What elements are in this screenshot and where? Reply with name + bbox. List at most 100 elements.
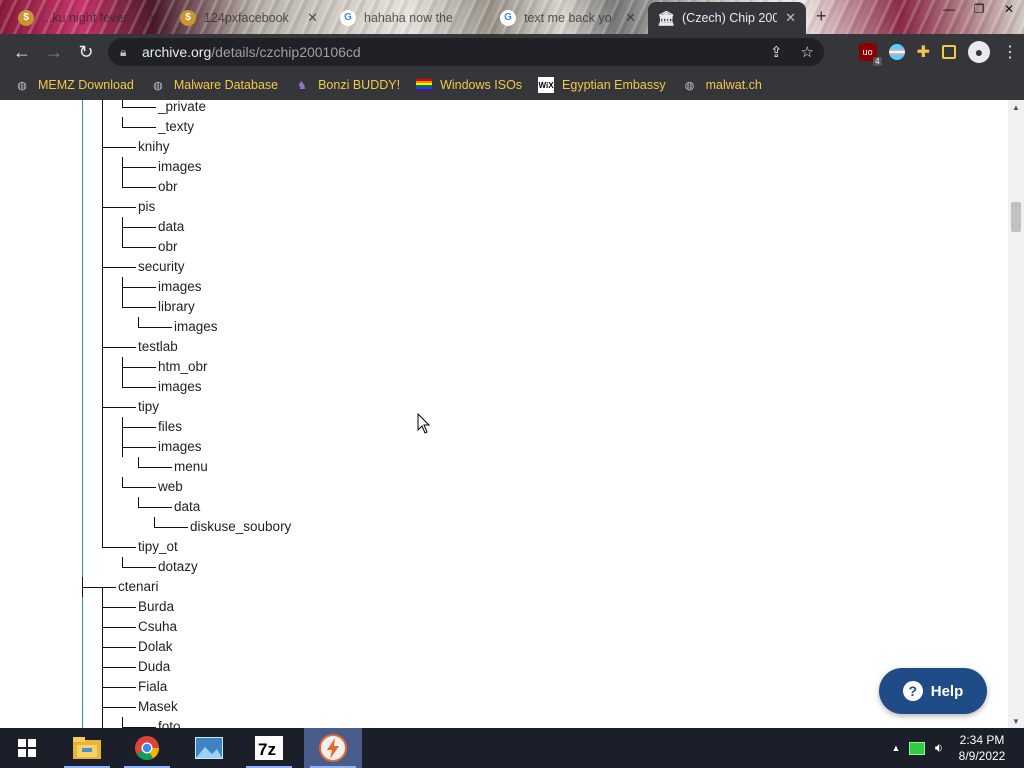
tree-folder-label[interactable]: Burda [138,599,174,614]
minimize-icon[interactable]: — [934,0,964,18]
tab-1[interactable]: $ ...ku night fever ✕ [8,3,168,32]
tree-folder-label[interactable]: images [158,439,202,454]
back-icon[interactable]: ← [6,34,38,70]
close-icon[interactable]: ✕ [307,10,318,26]
tree-guide-line [82,100,83,728]
bookmark-star-icon[interactable]: ☆ [801,43,814,61]
profile-avatar-icon[interactable]: ● [968,41,990,63]
battery-network-icon[interactable] [906,741,928,755]
tree-folder-label[interactable]: ctenari [118,579,159,594]
clock-time: 2:34 PM [959,733,1005,747]
pride-extension-icon[interactable] [888,44,905,60]
app-lightning-icon[interactable] [304,728,362,768]
tree-folder-label[interactable]: foto [158,719,181,728]
tree-folder-label[interactable]: Fiala [138,679,167,694]
puzzle-icon[interactable]: ✚ [917,42,930,62]
mouse-cursor-icon [417,413,431,434]
tree-branch-line [138,467,172,468]
help-button[interactable]: ? Help [879,668,987,714]
close-icon[interactable]: ✕ [785,10,796,26]
windows-taskbar: 7z ▲ 🔉︎ 2:34 PM 8/9/2022 [0,728,1024,768]
photos-icon[interactable] [180,728,238,768]
tree-folder-label[interactable]: images [174,319,218,334]
tray-overflow-chevron-icon[interactable]: ▲ [886,743,906,753]
tab-3[interactable]: G hahaha now the [330,3,490,32]
tree-folder-label[interactable]: data [158,219,184,234]
globe-icon: ◍ [684,79,695,92]
tree-folder-label[interactable]: images [158,279,202,294]
tree-branch-line [102,707,136,708]
scroll-down-icon[interactable]: ▼ [1008,714,1024,728]
tree-stem-line [122,437,123,457]
tree-folder-label[interactable]: testlab [138,339,178,354]
vertical-scrollbar[interactable]: ▲ ▼ [1008,100,1024,728]
tree-stem-line [102,537,103,547]
menu-icon[interactable]: ⋮ [1002,42,1018,62]
tree-branch-line [102,667,136,668]
tree-folder-label[interactable]: Duda [138,659,170,674]
tree-folder-label[interactable]: _private [158,100,206,114]
tree-folder-label[interactable]: library [158,299,195,314]
tab-5-active[interactable]: 🏛 (Czech) Chip 200 ✕ [648,2,806,34]
tree-folder-label[interactable]: menu [174,459,208,474]
new-tab-button[interactable]: + [816,6,827,27]
address-bar[interactable]: 🔒︎ archive.org/details/czchip200106cd ⇪ … [108,38,824,66]
bookmark-label: MEMZ Download [38,78,134,92]
tree-folder-label[interactable]: htm_obr [158,359,208,374]
bookmark-egyptian-embassy[interactable]: WiX Egyptian Embassy [530,70,674,100]
tab-4[interactable]: G text me back yo ✕ [490,3,646,32]
tree-folder-label[interactable]: Csuha [138,619,177,634]
tree-folder-label[interactable]: data [174,499,200,514]
file-explorer-icon[interactable] [58,728,116,768]
ublock-icon[interactable]: uo 4 [858,43,882,66]
scroll-up-icon[interactable]: ▲ [1008,100,1024,114]
7zip-icon[interactable]: 7z [240,728,298,768]
tab-title: text me back yo [524,10,612,25]
tree-folder-label[interactable]: obr [158,179,178,194]
bonzi-icon: ♞ [297,79,308,92]
tree-branch-line [122,487,156,488]
browser-toolbar: ← → ↻ 🔒︎ archive.org/details/czchip20010… [0,34,1024,70]
bookmark-windows-isos[interactable]: Windows ISOs [408,70,530,100]
clock[interactable]: 2:34 PM 8/9/2022 [950,732,1014,764]
tree-folder-label[interactable]: web [158,479,183,494]
maximize-icon[interactable]: ❐ [964,0,994,18]
tree-branch-line [122,247,156,248]
close-icon[interactable]: ✕ [625,10,636,26]
chrome-icon[interactable] [118,728,176,768]
windows-start-icon[interactable] [0,728,54,768]
bookmark-malware-db[interactable]: ◍ Malware Database [142,70,286,100]
tree-folder-label[interactable]: security [138,259,185,274]
tree-folder-label[interactable]: obr [158,239,178,254]
bookmark-memz[interactable]: ◍ MEMZ Download [6,70,142,100]
tree-folder-label[interactable]: files [158,419,182,434]
tree-stem-line [82,577,83,597]
tree-folder-label[interactable]: images [158,159,202,174]
sidepanel-icon[interactable] [942,45,956,59]
tree-branch-line [154,527,188,528]
close-window-icon[interactable]: ✕ [994,0,1024,18]
tree-branch-line [102,647,136,648]
volume-icon[interactable]: 🔉︎ [928,740,950,756]
scrollbar-thumb[interactable] [1011,202,1021,232]
tab-2[interactable]: $ 124pxfacebook ✕ [170,3,328,32]
tree-stem-line [122,717,123,728]
tree-folder-label[interactable]: Dolak [138,639,173,654]
tree-folder-label[interactable]: dotazy [158,559,198,574]
close-icon[interactable]: ✕ [147,10,158,26]
tree-folder-label[interactable]: knihy [138,139,170,154]
tree-folder-label[interactable]: diskuse_soubory [190,519,291,534]
tree-stem-line [154,517,155,527]
tree-folder-label[interactable]: images [158,379,202,394]
tree-folder-label[interactable]: pis [138,199,155,214]
bookmark-bonzi[interactable]: ♞ Bonzi BUDDY! [286,70,408,100]
tree-folder-label[interactable]: tipy_ot [138,539,178,554]
reload-icon[interactable]: ↻ [70,34,102,70]
tree-folder-label[interactable]: _texty [158,119,194,134]
tree-folder-label[interactable]: tipy [138,399,159,414]
forward-icon[interactable]: → [38,34,70,70]
extension-badge: 4 [873,57,882,66]
share-icon[interactable]: ⇪ [770,43,783,61]
bookmark-malwatch[interactable]: ◍ malwat.ch [674,70,770,100]
tree-folder-label[interactable]: Masek [138,699,178,714]
